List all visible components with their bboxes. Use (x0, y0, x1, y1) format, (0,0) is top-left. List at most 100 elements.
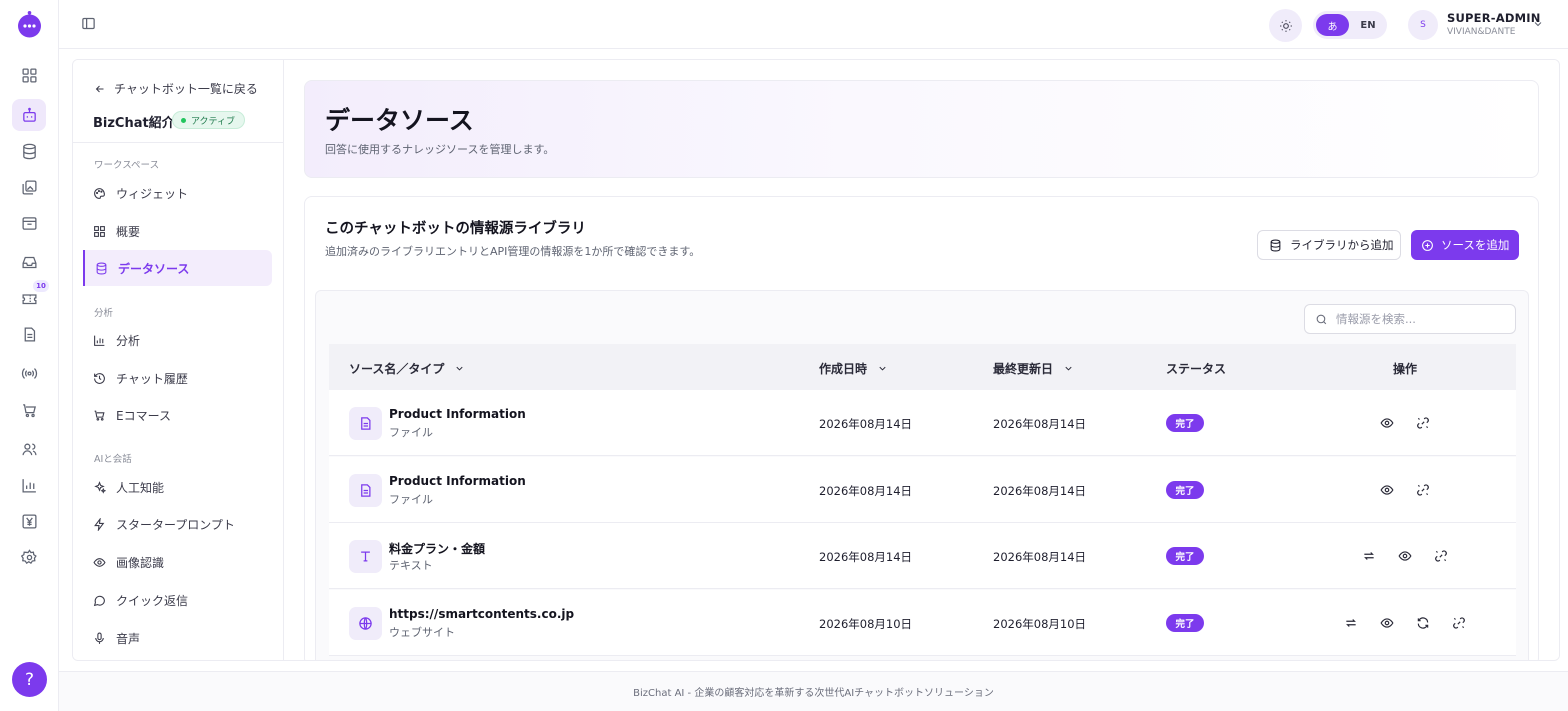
page-description: 回答に使用するナレッジソースを管理します。 (325, 143, 555, 156)
nav-item-image-recognition[interactable]: 画像認識 (83, 544, 272, 580)
rail-dashboard-icon[interactable] (12, 59, 46, 91)
nav-label: 人工知能 (116, 480, 165, 495)
updated-date: 2026年08月10日 (993, 617, 1087, 631)
view-eye-icon[interactable] (1378, 481, 1396, 499)
source-name: Product Information (389, 407, 526, 421)
view-eye-icon[interactable] (1378, 414, 1396, 432)
rail-images-icon[interactable] (12, 171, 46, 203)
chevron-down-icon (456, 366, 463, 371)
rail-database-icon[interactable] (12, 135, 46, 167)
search-input[interactable]: 情報源を検索... (1304, 304, 1516, 334)
created-date: 2026年08月10日 (819, 617, 913, 631)
database-icon (1270, 239, 1281, 251)
unlink-icon[interactable] (1414, 414, 1432, 432)
add-source-button[interactable]: ソースを追加 (1411, 230, 1519, 260)
rail-chatbot-icon[interactable] (12, 99, 46, 131)
plus-circle-icon (1422, 239, 1433, 251)
ticket-count-badge: 10 (33, 280, 49, 292)
nav-label: クイック返信 (116, 593, 189, 608)
unlink-icon[interactable] (1432, 547, 1450, 565)
chevron-down-icon[interactable] (1532, 18, 1544, 30)
sources-table: 情報源を検索... ソース名／タイプ 作成日時 最終更新日 ステータス 操作 P… (315, 290, 1529, 660)
view-eye-icon[interactable] (1378, 614, 1396, 632)
table-row[interactable]: Product Information ファイル 2026年08月14日 202… (329, 457, 1516, 523)
chevron-down-icon (879, 366, 886, 371)
sync-arrows-icon[interactable] (1342, 614, 1360, 632)
column-updated[interactable]: 最終更新日 (993, 360, 1074, 377)
search-placeholder: 情報源を検索... (1336, 312, 1416, 326)
section-label-analytics: 分析 (94, 308, 114, 319)
user-avatar[interactable]: S (1408, 10, 1438, 40)
main-content: データソース 回答に使用するナレッジソースを管理します。 このチャットボットの情… (285, 60, 1559, 660)
library-title: このチャットボットの情報源ライブラリ (325, 221, 586, 237)
nav-label: 概要 (116, 224, 141, 239)
column-label: 操作 (1393, 362, 1418, 376)
rail-chart-icon[interactable] (12, 469, 46, 501)
back-to-chatbots-link[interactable]: チャットボット一覧に戻る (94, 80, 258, 97)
table-header: ソース名／タイプ 作成日時 最終更新日 ステータス 操作 (329, 344, 1516, 390)
table-row[interactable]: https://smartcontents.co.jp ウェブサイト 2026年… (329, 590, 1516, 656)
sync-arrows-icon[interactable] (1360, 547, 1378, 565)
column-status: ステータス (1166, 360, 1226, 377)
nav-item-voice[interactable]: 音声 (83, 620, 272, 656)
nav-item-starter-prompts[interactable]: スタータープロンプト (83, 506, 272, 542)
table-row[interactable]: Product Information ファイル 2026年08月14日 202… (329, 390, 1516, 456)
bot-logo-icon[interactable] (16, 11, 43, 38)
rail-settings-icon[interactable] (12, 541, 46, 573)
nav-label: 音声 (116, 631, 141, 646)
rail-inbox-icon[interactable] (12, 246, 46, 278)
nav-item-quick-reply[interactable]: クイック返信 (83, 582, 272, 618)
nav-item-analytics[interactable]: 分析 (83, 322, 272, 358)
file-icon (349, 474, 382, 507)
status-badge: 完了 (1166, 547, 1204, 565)
page-header-card: データソース 回答に使用するナレッジソースを管理します。 (304, 80, 1539, 178)
add-from-library-button[interactable]: ライブラリから追加 (1257, 230, 1401, 260)
text-icon (349, 540, 382, 573)
library-description: 追加済みのライブラリエントリとAPI管理の情報源を1か所で確認できます。 (325, 245, 701, 258)
source-type: ファイル (389, 493, 433, 506)
lang-en-button[interactable]: EN (1353, 14, 1383, 36)
file-icon (349, 407, 382, 440)
user-org: VIVIAN&DANTE (1447, 27, 1516, 37)
icon-rail: 10 ? (0, 0, 59, 711)
rail-broadcast-icon[interactable] (12, 357, 46, 389)
rail-archive-icon[interactable] (12, 207, 46, 239)
help-button[interactable]: ? (12, 662, 47, 697)
nav-item-overview[interactable]: 概要 (83, 213, 272, 249)
status-badge: 完了 (1166, 481, 1204, 499)
chatbot-name: BizChat紹介 (93, 116, 175, 131)
message-circle-icon (93, 595, 105, 606)
unlink-icon[interactable] (1414, 481, 1432, 499)
rail-cart-icon[interactable] (12, 394, 46, 426)
column-actions: 操作 (1393, 360, 1417, 377)
column-label: 作成日時 (819, 362, 868, 376)
unlink-icon[interactable] (1450, 614, 1468, 632)
nav-item-chat-history[interactable]: チャット履歴 (83, 360, 272, 396)
user-name[interactable]: SUPER-ADMIN (1447, 11, 1541, 25)
theme-toggle-button[interactable] (1269, 9, 1302, 42)
eye-icon (93, 557, 106, 567)
column-created[interactable]: 作成日時 (819, 360, 888, 377)
nav-item-ecommerce[interactable]: Eコマース (83, 397, 272, 433)
rail-yen-icon[interactable] (12, 505, 46, 537)
column-name-type[interactable]: ソース名／タイプ (349, 360, 465, 377)
globe-icon (349, 607, 382, 640)
view-eye-icon[interactable] (1396, 547, 1414, 565)
database-icon (96, 262, 107, 274)
nav-item-widget[interactable]: ウィジェット (83, 175, 272, 211)
table-row[interactable]: 料金プラン・金額 テキスト 2026年08月14日 2026年08月14日 完了 (329, 523, 1516, 589)
source-type: ファイル (389, 426, 433, 439)
rail-document-icon[interactable] (12, 318, 46, 350)
nav-item-ai[interactable]: 人工知能 (83, 469, 272, 505)
rail-users-icon[interactable] (12, 433, 46, 465)
column-label: 最終更新日 (993, 362, 1054, 376)
created-date: 2026年08月14日 (819, 550, 913, 564)
sidebar-toggle-icon[interactable] (81, 16, 96, 31)
nav-item-data-source[interactable]: データソース (83, 250, 272, 286)
back-label: チャットボット一覧に戻る (114, 82, 258, 96)
column-label: ソース名／タイプ (349, 362, 445, 376)
updated-date: 2026年08月14日 (993, 417, 1087, 431)
lang-ja-button[interactable]: あ (1316, 14, 1349, 36)
footer-text: BizChat AI - 企業の顧客対応を革新する次世代AIチャットボットソリュ… (633, 688, 994, 699)
refresh-icon[interactable] (1414, 614, 1432, 632)
